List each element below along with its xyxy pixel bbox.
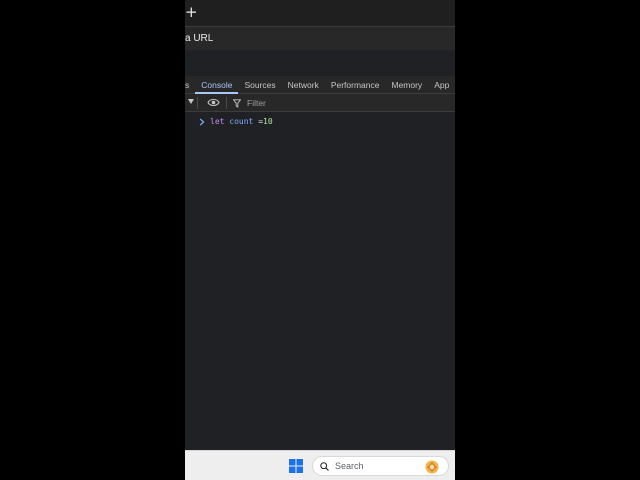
console-input-line[interactable]: let count = 10 bbox=[199, 117, 273, 126]
address-placeholder: a URL bbox=[185, 33, 214, 44]
tab-network[interactable]: Network bbox=[282, 76, 325, 94]
caret-down-icon[interactable] bbox=[188, 99, 194, 104]
browser-window: + a URL s Console Sources Network Perfor… bbox=[185, 0, 455, 480]
console-toolbar: Filter bbox=[185, 94, 455, 112]
toolbar-divider bbox=[226, 97, 227, 109]
code-number: 10 bbox=[263, 117, 273, 126]
code-identifier: count bbox=[229, 117, 254, 126]
filter-input[interactable]: Filter bbox=[233, 96, 383, 110]
tab-application[interactable]: App bbox=[428, 76, 455, 94]
widget-icon[interactable] bbox=[424, 459, 440, 475]
eye-icon[interactable] bbox=[207, 97, 220, 108]
filter-icon bbox=[233, 98, 241, 108]
windows-taskbar: Search bbox=[185, 450, 455, 480]
console-panel[interactable]: let count = 10 bbox=[185, 112, 455, 450]
search-icon bbox=[320, 461, 329, 471]
tab-console[interactable]: Console bbox=[195, 76, 239, 94]
chevron-right-icon bbox=[199, 118, 205, 125]
search-placeholder: Search bbox=[335, 461, 364, 471]
code-keyword: let bbox=[210, 117, 225, 126]
windows-logo-icon[interactable] bbox=[289, 459, 303, 473]
devtools-tab-bar: s Console Sources Network Performance Me… bbox=[185, 76, 455, 94]
filter-placeholder: Filter bbox=[247, 98, 266, 108]
browser-tab-bar: + bbox=[185, 0, 455, 26]
new-tab-button[interactable]: + bbox=[185, 3, 198, 21]
tab-elements[interactable]: s bbox=[185, 76, 195, 94]
address-bar[interactable]: a URL bbox=[185, 26, 455, 50]
tab-memory[interactable]: Memory bbox=[385, 76, 428, 94]
page-content bbox=[185, 50, 455, 76]
tab-performance[interactable]: Performance bbox=[325, 76, 386, 94]
toolbar-divider bbox=[197, 97, 198, 109]
tab-sources[interactable]: Sources bbox=[238, 76, 281, 94]
taskbar-search[interactable]: Search bbox=[312, 456, 449, 476]
